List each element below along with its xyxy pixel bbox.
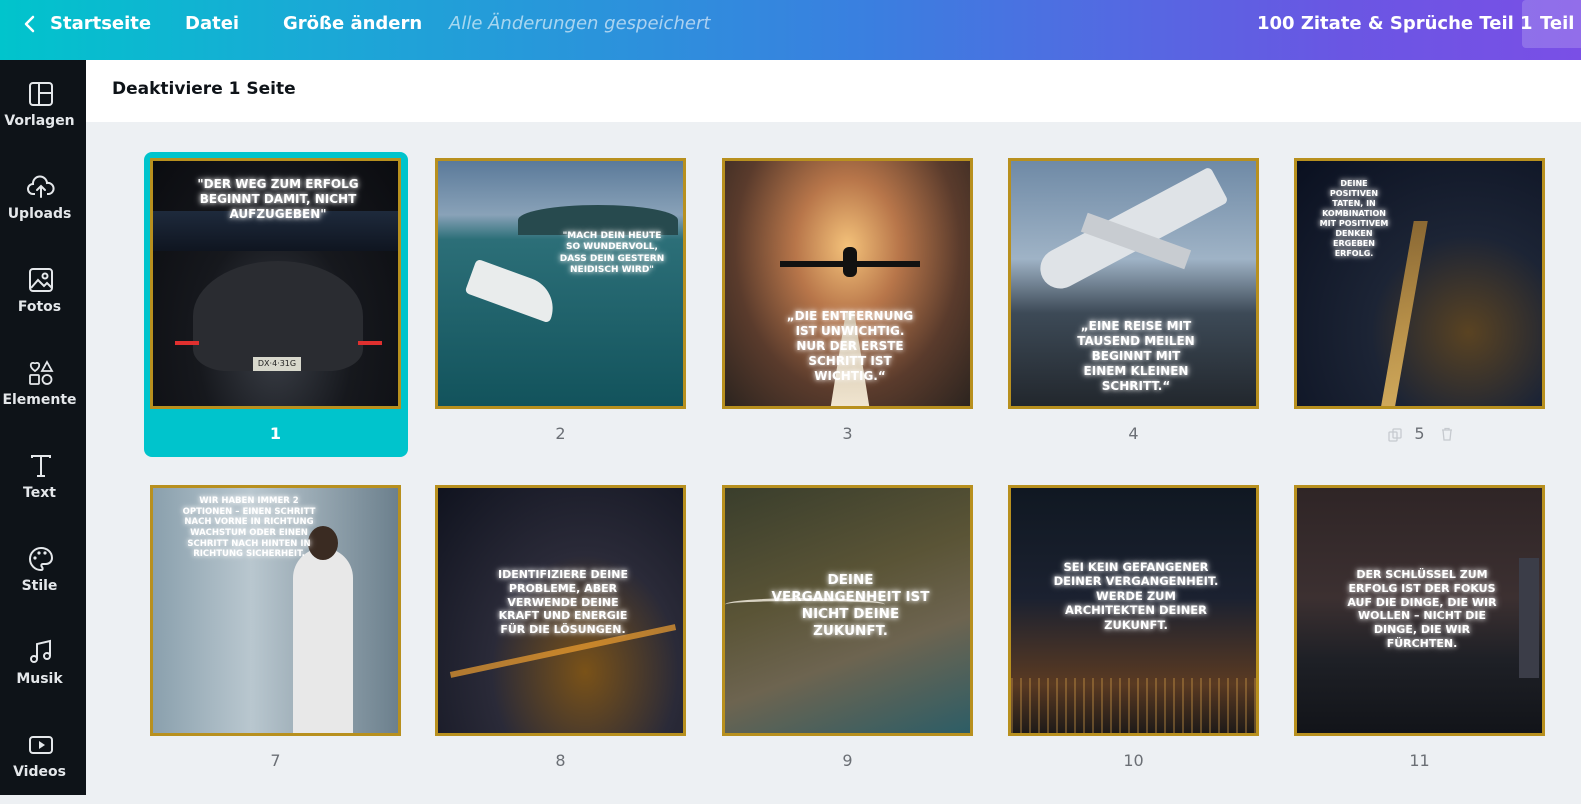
airplane-body [843,247,857,277]
resize-button[interactable]: Größe ändern [283,0,422,48]
sidebar-item-label: Uploads [7,206,72,222]
car-illustration [193,261,363,371]
text-icon [31,455,51,477]
man-figure [293,548,353,733]
city-lights [1011,678,1256,733]
photos-icon [29,268,53,292]
tail-light [358,341,382,345]
file-menu[interactable]: Datei [185,0,239,48]
page-thumbnail[interactable]: DX·4·31G "Der Weg zum Erfolg beginnt dam… [150,158,401,409]
sidebar-item-videos[interactable]: Videos [0,711,86,804]
page-thumbnail[interactable]: „Die Entfernung ist unwichtig. Nur der e… [722,158,973,409]
page-thumbnail[interactable]: Der Schlüssel zum Erfolg ist der Fokus a… [1294,485,1545,736]
page-thumbnail[interactable]: "Mach dein Heute so wundervoll, dass dei… [435,158,686,409]
page-thumbnail[interactable]: Wir haben immer 2 Optionen – einen Schri… [150,485,401,736]
quote-text: Wir haben immer 2 Optionen – einen Schri… [182,496,316,560]
page-number: 10 [1123,751,1144,770]
sidebar: Vorlagen Uploads Fotos Elemente Text Sti… [0,60,86,795]
palette-icon [29,546,54,572]
sidebar-item-styles[interactable]: Stile [0,525,86,618]
sidebar-item-label: Vorlagen [4,113,75,129]
home-button[interactable]: Startseite [50,0,151,48]
upload-icon [27,175,55,198]
sidebar-item-text[interactable]: Text [0,432,86,525]
sidebar-item-templates[interactable]: Vorlagen [0,60,86,153]
save-status: Alle Änderungen gespeichert [449,13,711,34]
quote-text: „Eine Reise mit tausend Meilen beginnt m… [1077,319,1195,393]
music-icon [30,639,51,663]
page-number: 11 [1409,751,1430,770]
sidebar-item-elements[interactable]: Elemente [0,339,86,432]
tail-light [175,341,199,345]
deselect-pages-label[interactable]: Deaktiviere 1 Seite [112,79,296,99]
sidebar-item-label: Musik [16,671,63,687]
quote-text: "Mach dein Heute so wundervoll, dass dei… [559,231,665,275]
sidebar-item-label: Elemente [2,392,77,408]
page-thumbnail[interactable]: „Eine Reise mit tausend Meilen beginnt m… [1008,158,1259,409]
sidebar-item-label: Stile [21,578,58,594]
quote-text: Der Schlüssel zum Erfolg ist der Fokus a… [1347,568,1497,650]
top-bar: Startseite Datei Größe ändern Alle Änder… [0,0,1581,60]
sidebar-item-music[interactable]: Musik [0,618,86,711]
page-number: 2 [555,424,566,443]
page-number: 1 [269,424,282,443]
quote-text: Deine positiven Taten, in Kombination mi… [1319,179,1389,258]
document-title[interactable]: 100 Zitate & Sprüche Teil 1 [1257,0,1533,48]
page-thumbnail[interactable]: Deine positiven Taten, in Kombination mi… [1294,158,1545,409]
page-number: 8 [555,751,566,770]
page-thumbnail[interactable]: Identifiziere deine Probleme, aber verwe… [435,485,686,736]
share-button-label: Teil [1540,13,1575,34]
video-icon [29,736,53,754]
page-thumbnail[interactable]: Deine Vergangenheit ist nicht deine Zuku… [722,485,973,736]
page-number: 3 [842,424,853,443]
quote-text: Identifiziere deine Probleme, aber verwe… [497,568,628,636]
yacht [464,258,562,324]
chevron-left-icon[interactable] [20,14,40,34]
trash-icon[interactable] [1440,427,1454,441]
page-number: 5 [1414,424,1425,443]
skyscraper [1519,558,1539,678]
page-number: 4 [1128,424,1139,443]
sidebar-item-label: Text [23,485,56,501]
page-thumbnail[interactable]: Sei kein Gefangener deiner Vergangenheit… [1008,485,1259,736]
sidebar-item-label: Fotos [17,299,62,315]
quote-text: "Der Weg zum Erfolg beginnt damit, nicht… [197,177,359,221]
sidebar-item-label: Videos [13,764,66,780]
elements-icon [29,360,54,385]
selection-header: Deaktiviere 1 Seite [86,60,1581,122]
quote-text: Deine Vergangenheit ist nicht deine Zuku… [771,572,930,639]
page-number: 9 [842,751,853,770]
page-number: 7 [270,751,281,770]
license-plate: DX·4·31G [253,357,301,371]
share-button[interactable]: Teil [1522,0,1581,48]
sidebar-item-uploads[interactable]: Uploads [0,153,86,246]
templates-icon [29,82,53,106]
quote-text: Sei kein Gefangener deiner Vergangenheit… [1053,560,1219,632]
sidebar-item-photos[interactable]: Fotos [0,246,86,339]
quote-text: „Die Entfernung ist unwichtig. Nur der e… [786,309,914,383]
